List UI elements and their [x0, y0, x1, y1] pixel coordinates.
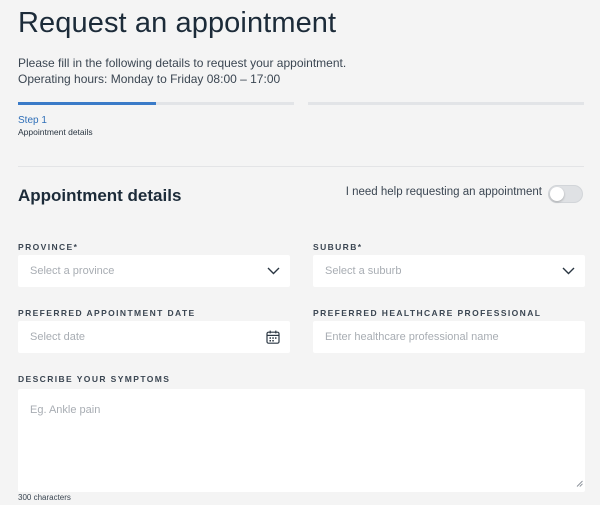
professional-placeholder: Enter healthcare professional name: [325, 331, 499, 343]
suburb-label: SUBURB*: [313, 242, 363, 252]
resize-handle-icon[interactable]: [576, 478, 583, 490]
suburb-select[interactable]: Select a suburb: [313, 255, 585, 287]
step-subtitle: Appointment details: [18, 127, 93, 137]
intro-instructions: Please fill in the following details to …: [18, 56, 347, 70]
section-title: Appointment details: [18, 186, 182, 205]
step-1-progress-fill: [18, 102, 156, 105]
professional-label: PREFERRED HEALTHCARE PROFESSIONAL: [313, 308, 542, 318]
professional-input[interactable]: Enter healthcare professional name: [313, 321, 585, 353]
symptoms-placeholder: Eg. Ankle pain: [30, 404, 101, 416]
symptoms-textarea[interactable]: Eg. Ankle pain: [18, 389, 585, 492]
step-2-progress-bar: [308, 102, 584, 105]
section-divider: [18, 166, 584, 167]
date-label: PREFERRED APPOINTMENT DATE: [18, 308, 196, 318]
symptoms-label: DESCRIBE YOUR SYMPTOMS: [18, 374, 171, 384]
province-placeholder: Select a province: [30, 265, 115, 277]
appointment-request-page: Request an appointment Please fill in th…: [0, 0, 600, 505]
help-toggle-label: I need help requesting an appointment: [345, 186, 542, 198]
intro-text: Please fill in the following details to …: [18, 56, 346, 87]
step-title: Step 1: [18, 115, 47, 126]
page-title: Request an appointment: [18, 7, 337, 39]
step-1-progress-bar: [18, 102, 294, 105]
date-placeholder: Select date: [30, 331, 86, 343]
suburb-placeholder: Select a suburb: [325, 265, 402, 277]
chevron-down-icon: [267, 267, 280, 275]
date-input[interactable]: Select date: [18, 321, 290, 353]
province-select[interactable]: Select a province: [18, 255, 290, 287]
operating-hours: Operating hours: Monday to Friday 08:00 …: [18, 71, 281, 86]
calendar-icon[interactable]: [266, 330, 280, 344]
help-toggle-switch[interactable]: [548, 185, 583, 203]
character-limit: 300 characters: [18, 493, 71, 502]
chevron-down-icon: [562, 267, 575, 275]
province-label: PROVINCE*: [18, 242, 79, 252]
toggle-knob: [550, 187, 564, 201]
